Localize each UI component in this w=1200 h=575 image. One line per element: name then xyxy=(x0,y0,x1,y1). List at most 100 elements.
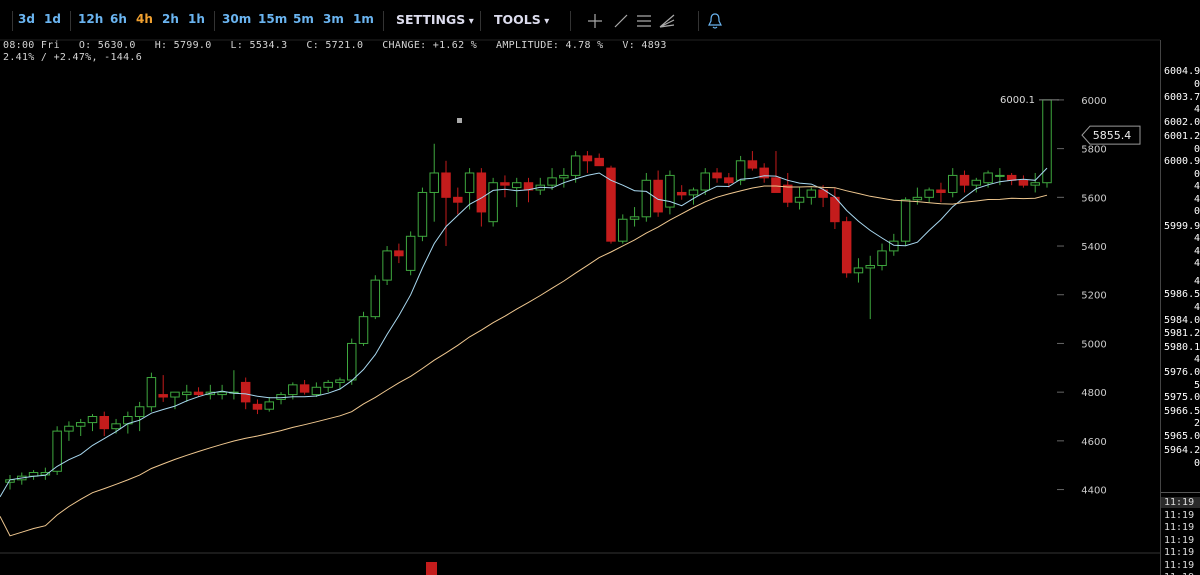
y-tick-label: 4400 xyxy=(1081,486,1106,497)
candle-body xyxy=(841,221,852,274)
trade-time: 11:19 xyxy=(1164,522,1195,533)
candlestick-chart[interactable]: 6000 5800 5600 5400 5200 5000 4800 4600 4400 6000… xyxy=(0,0,1160,575)
candle-body xyxy=(1030,182,1040,186)
candle-body xyxy=(441,172,451,198)
order-book-price-fragment: 4 xyxy=(1194,258,1200,269)
y-tick-label: 4800 xyxy=(1081,388,1106,399)
order-book-price-fragment: 4 xyxy=(1194,233,1200,244)
order-book-price: 6000.9 xyxy=(1164,156,1200,167)
order-book-price-fragment: 4 xyxy=(1194,302,1200,313)
y-tick-label: 5000 xyxy=(1081,339,1106,350)
order-book-price-fragment: 0 xyxy=(1194,206,1200,217)
order-book-price-fragment: 4 xyxy=(1194,246,1200,257)
candle-body xyxy=(676,191,687,196)
trade-time: 11:19 xyxy=(1164,547,1195,558)
order-book-price: 6002.0 xyxy=(1164,117,1200,128)
order-book-price-fragment: 4 xyxy=(1194,276,1200,287)
candle-body xyxy=(158,394,168,398)
y-tick-label: 5200 xyxy=(1081,291,1106,302)
candle-body xyxy=(547,177,557,186)
trade-time: 11:19 xyxy=(1164,534,1195,546)
candle-body xyxy=(783,184,793,203)
candle-body xyxy=(311,386,322,396)
candle-body xyxy=(995,174,1005,177)
candle-body xyxy=(1042,99,1052,184)
candle-body xyxy=(865,265,875,269)
order-book-price: 5986.5 xyxy=(1164,289,1200,300)
order-book-panel: 6004.9 6003.7 6002.0 6001.2 6000.9 5999.9 5986… xyxy=(1160,40,1200,575)
candle-body xyxy=(653,179,663,213)
order-book-price-fragment: 4 xyxy=(1194,181,1200,192)
candle-body xyxy=(429,172,439,193)
order-book-price-fragment: 0 xyxy=(1194,169,1200,180)
candle-body xyxy=(323,381,333,388)
candle-body xyxy=(405,235,416,271)
candle-body xyxy=(971,179,982,186)
candle-body xyxy=(252,403,263,410)
candle-body xyxy=(75,422,86,427)
order-book-price-fragment: 2 xyxy=(1194,418,1200,429)
candle-body xyxy=(606,167,616,242)
candle-body xyxy=(794,196,805,203)
candle-body xyxy=(264,401,274,410)
order-book-price: 5981.2 xyxy=(1164,328,1200,339)
candle-body xyxy=(453,196,463,203)
candle-body xyxy=(877,250,887,267)
order-book-price: 5976.0 xyxy=(1164,367,1200,378)
y-tick-label: 5600 xyxy=(1081,193,1106,204)
candle-body xyxy=(700,172,711,191)
candle-body xyxy=(464,172,475,193)
candle-body xyxy=(500,182,510,186)
candle-body xyxy=(735,160,746,181)
candle-body xyxy=(382,250,392,281)
order-book-price: 5966.5 xyxy=(1164,406,1200,417)
candle-body xyxy=(889,240,899,252)
order-book-price: 6004.9 xyxy=(1164,66,1200,77)
y-tick-label: 6000 xyxy=(1081,96,1106,107)
candle-body xyxy=(582,155,593,162)
candle-body xyxy=(641,179,652,218)
candle-body xyxy=(217,391,227,396)
order-book-price: 6001.2 xyxy=(1164,131,1200,142)
order-book-price: 5999.9 xyxy=(1164,221,1200,232)
candle-body xyxy=(346,342,357,381)
candle-body xyxy=(712,172,722,179)
candle-body xyxy=(370,279,381,318)
order-book-price-fragment: 0 xyxy=(1194,458,1200,469)
candle-body xyxy=(806,189,817,198)
candle-body xyxy=(99,416,110,430)
candle-body xyxy=(594,157,604,167)
candle-body xyxy=(771,177,781,193)
trade-time: 11:19 xyxy=(1164,509,1195,521)
candle-body xyxy=(134,406,145,418)
candle-body xyxy=(853,267,864,274)
candle-body xyxy=(924,189,934,198)
order-book-price: 6003.7 xyxy=(1164,92,1200,103)
candle-body xyxy=(417,191,428,237)
candle-body xyxy=(947,174,958,193)
trade-time: 11:19 xyxy=(1164,559,1195,571)
candle-body xyxy=(983,172,993,184)
fast-moving-average-line xyxy=(0,167,1048,498)
order-book-price-fragment: 4 xyxy=(1194,194,1200,205)
candle-body xyxy=(629,216,640,220)
y-tick-label: 5400 xyxy=(1081,242,1106,253)
candle-body xyxy=(1018,179,1029,186)
slow-moving-average-line xyxy=(0,185,1048,537)
y-tick-label: 4600 xyxy=(1081,437,1106,448)
candle-body xyxy=(335,379,345,383)
candle-body xyxy=(476,172,487,213)
candle-body xyxy=(959,174,970,186)
volume-bar xyxy=(426,562,437,575)
order-book-price: 5975.0 xyxy=(1164,392,1200,403)
annotation-marker xyxy=(457,118,462,123)
order-book-price-fragment: 4 xyxy=(1194,354,1200,365)
order-book-price-fragment: 0 xyxy=(1194,144,1200,155)
candle-body xyxy=(170,391,180,398)
candle-body xyxy=(182,391,192,396)
candle-body xyxy=(240,381,251,403)
high-marker-label: 6000.1 xyxy=(1000,95,1035,106)
order-book-price-fragment: 5 xyxy=(1194,380,1200,391)
candle-body xyxy=(570,155,581,176)
candle-body xyxy=(64,425,74,432)
